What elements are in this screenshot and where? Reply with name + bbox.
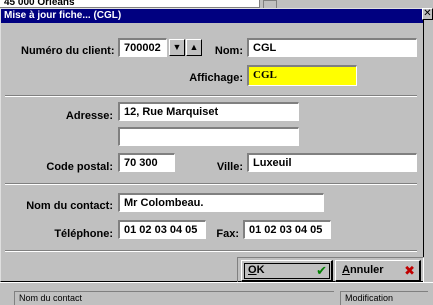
button-group: OK ✔ Annuler ✖ — [237, 257, 424, 285]
fax-field[interactable]: 01 02 03 04 05 — [243, 220, 331, 239]
spin-up-button[interactable]: ▲ — [186, 39, 202, 56]
city-label: Ville: — [216, 161, 243, 173]
dialog-close-button[interactable]: ✕ — [422, 8, 433, 20]
separator — [5, 250, 417, 252]
cancel-button-label: Annuler — [342, 264, 384, 276]
fax-label: Fax: — [216, 228, 239, 240]
city-field[interactable]: Luxeuil — [247, 153, 417, 172]
status-field-mode: Modification — [340, 291, 428, 305]
postal-code-field[interactable]: 70 300 — [118, 153, 175, 172]
checkmark-icon: ✔ — [316, 263, 327, 278]
client-number-field[interactable]: 700002 — [118, 38, 167, 57]
spin-down-button[interactable]: ▼ — [169, 39, 185, 56]
dialog-title: Mise à jour fiche... (CGL) — [4, 10, 122, 21]
chevron-up-icon: ▲ — [189, 42, 199, 52]
contact-name-field[interactable]: Mr Colombeau. — [118, 193, 324, 212]
address-line1-field[interactable]: 12, Rue Marquiset — [118, 102, 299, 121]
client-edit-dialog: Mise à jour fiche... (CGL) Numéro du cli… — [0, 8, 424, 285]
dialog-title-bar[interactable]: Mise à jour fiche... (CGL) — [1, 9, 423, 23]
display-field[interactable]: CGL — [247, 65, 357, 86]
background-panel — [424, 17, 433, 282]
ok-button[interactable]: OK ✔ — [241, 260, 333, 282]
chevron-down-icon: ▼ — [172, 42, 182, 52]
name-field[interactable]: CGL — [247, 38, 417, 57]
address-label: Adresse: — [65, 110, 113, 122]
client-number-label: Numéro du client: — [21, 45, 115, 57]
phone-field[interactable]: 01 02 03 04 05 — [118, 220, 206, 239]
ok-button-label: OK — [248, 264, 265, 276]
postal-code-label: Code postal: — [46, 161, 113, 173]
name-label: Nom: — [214, 45, 243, 57]
display-label: Affichage: — [189, 72, 243, 84]
background-list-text: 45 000 Orléans — [4, 0, 75, 8]
separator — [5, 95, 417, 97]
background-list: 45 000 Orléans — [0, 0, 260, 8]
close-icon: ✕ — [423, 8, 432, 19]
phone-label: Téléphone: — [54, 228, 113, 240]
cancel-button[interactable]: Annuler ✖ — [335, 260, 421, 282]
contact-name-label: Nom du contact: — [26, 200, 113, 212]
separator — [5, 183, 417, 185]
cross-icon: ✖ — [404, 263, 415, 278]
status-field-context: Nom du contact — [14, 291, 334, 305]
status-bar: Nom du contact Modification — [0, 282, 433, 305]
address-line2-field[interactable] — [118, 127, 299, 146]
